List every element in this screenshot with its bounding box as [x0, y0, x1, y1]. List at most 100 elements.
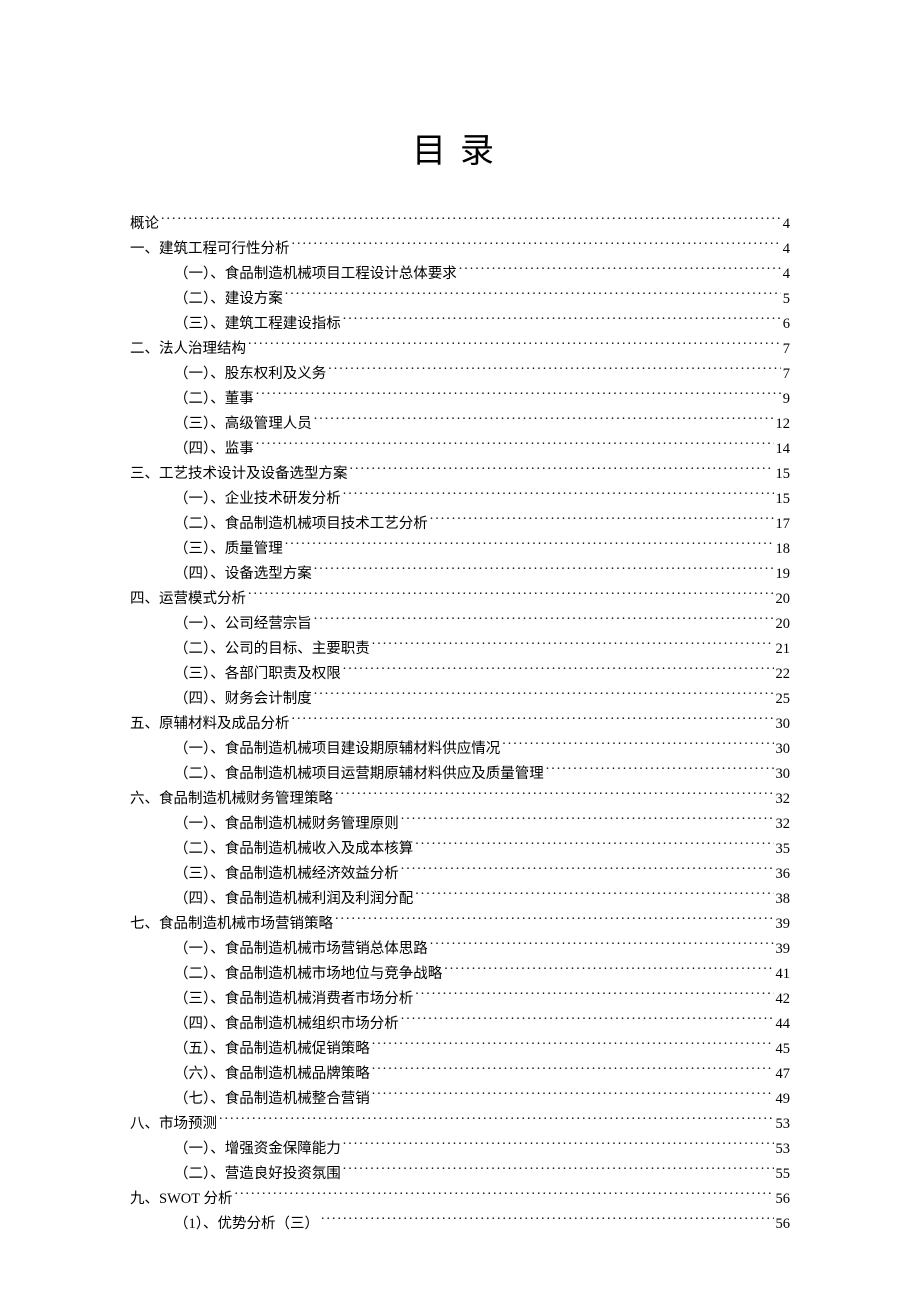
- toc-leader-dots: [546, 763, 774, 778]
- toc-entry-label: 八、市场预测: [130, 1112, 217, 1137]
- toc-entry[interactable]: 九、SWOT 分析56: [130, 1187, 790, 1212]
- toc-entry[interactable]: 概论4: [130, 212, 790, 237]
- toc-entry[interactable]: 六、食品制造机械财务管理策略32: [130, 787, 790, 812]
- toc-entry-page: 15: [776, 487, 791, 512]
- toc-entry[interactable]: （二）、建设方案5: [130, 287, 790, 312]
- toc-entry-label: （四）、财务会计制度: [174, 687, 312, 712]
- toc-leader-dots: [292, 238, 781, 253]
- toc-entry[interactable]: （一）、食品制造机械项目建设期原辅材料供应情况30: [130, 737, 790, 762]
- toc-entry[interactable]: （一）、增强资金保障能力53: [130, 1137, 790, 1162]
- toc-entry-label: （二）、食品制造机械收入及成本核算: [174, 837, 413, 862]
- toc-entry[interactable]: （一）、食品制造机械财务管理原则32: [130, 812, 790, 837]
- toc-entry-label: （三）、食品制造机械经济效益分析: [174, 862, 399, 887]
- toc-entry-page: 7: [783, 362, 790, 387]
- toc-entry[interactable]: （一）、企业技术研发分析 15: [130, 487, 790, 512]
- toc-entry[interactable]: （二）、营造良好投资氛围 55: [130, 1162, 790, 1187]
- toc-entry[interactable]: （四）、食品制造机械组织市场分析44: [130, 1012, 790, 1037]
- toc-entry[interactable]: （二）、食品制造机械收入及成本核算 35: [130, 837, 790, 862]
- toc-leader-dots: [343, 313, 781, 328]
- toc-entry[interactable]: （二）、食品制造机械市场地位与竞争战略 41: [130, 962, 790, 987]
- toc-entry-label: （四）、监事: [174, 437, 254, 462]
- toc-entry-page: 41: [776, 962, 791, 987]
- toc-entry-label: （二）、营造良好投资氛围: [174, 1162, 341, 1187]
- toc-leader-dots: [401, 813, 774, 828]
- toc-entry-label: 三、工艺技术设计及设备选型方案: [130, 462, 348, 487]
- toc-leader-dots: [444, 963, 773, 978]
- toc-entry[interactable]: （四）、食品制造机械利润及利润分配38: [130, 887, 790, 912]
- toc-entry[interactable]: （三）、食品制造机械经济效益分析 36: [130, 862, 790, 887]
- toc-entry[interactable]: （二）、食品制造机械项目运营期原辅材料供应及质量管理 30: [130, 762, 790, 787]
- toc-entry[interactable]: （三）、食品制造机械消费者市场分析42: [130, 987, 790, 1012]
- toc-entry[interactable]: （四）、监事14: [130, 437, 790, 462]
- toc-leader-dots: [219, 1113, 774, 1128]
- toc-entry[interactable]: （四）、财务会计制度25: [130, 687, 790, 712]
- toc-entry[interactable]: （三）、各部门职责及权限22: [130, 662, 790, 687]
- toc-entry[interactable]: （七）、食品制造机械整合营销49: [130, 1087, 790, 1112]
- toc-entry[interactable]: 三、工艺技术设计及设备选型方案 15: [130, 462, 790, 487]
- toc-entry-label: （一）、增强资金保障能力: [174, 1137, 341, 1162]
- toc-entry-page: 30: [776, 762, 791, 787]
- toc-entry-label: （一）、企业技术研发分析: [174, 487, 341, 512]
- page-title: 目录: [130, 123, 790, 172]
- toc-entry-page: 36: [776, 862, 791, 887]
- toc-entry-page: 32: [776, 787, 791, 812]
- toc-entry-page: 42: [776, 987, 791, 1012]
- toc-entry-page: 18: [776, 537, 791, 562]
- toc-leader-dots: [256, 438, 774, 453]
- toc-entry[interactable]: （三）、高级管理人员12: [130, 412, 790, 437]
- toc-entry-page: 32: [776, 812, 791, 837]
- toc-entry-page: 7: [783, 337, 790, 362]
- toc-entry[interactable]: （二）、董事9: [130, 387, 790, 412]
- toc-leader-dots: [343, 488, 774, 503]
- toc-entry[interactable]: （二）、公司的目标、主要职责21: [130, 637, 790, 662]
- toc-entry-label: （二）、食品制造机械市场地位与竞争战略: [174, 962, 442, 987]
- toc-leader-dots: [372, 1038, 774, 1053]
- toc-entry-label: （一）、食品制造机械项目建设期原辅材料供应情况: [174, 737, 500, 762]
- toc-entry[interactable]: 四、运营模式分析20: [130, 587, 790, 612]
- toc-entry[interactable]: 五、原辅材料及成品分析 30: [130, 712, 790, 737]
- toc-entry[interactable]: 一、建筑工程可行性分析4: [130, 237, 790, 262]
- toc-entry-page: 38: [776, 887, 791, 912]
- page-container: 目录 概论4一、建筑工程可行性分析4（一）、食品制造机械项目工程设计总体要求4（…: [0, 0, 920, 1297]
- toc-entry[interactable]: （一）、公司经营宗旨20: [130, 612, 790, 637]
- toc-entry-label: （三）、质量管理: [174, 537, 283, 562]
- toc-entry-page: 56: [776, 1212, 791, 1237]
- toc-entry[interactable]: （一）、股东权利及义务 7: [130, 362, 790, 387]
- toc-entry-label: （一）、食品制造机械市场营销总体思路: [174, 937, 428, 962]
- toc-entry[interactable]: （六）、食品制造机械品牌策略47: [130, 1062, 790, 1087]
- toc-leader-dots: [430, 513, 774, 528]
- toc-entry[interactable]: （五）、食品制造机械促销策略45: [130, 1037, 790, 1062]
- toc-leader-dots: [459, 263, 781, 278]
- toc-entry-page: 47: [776, 1062, 791, 1087]
- toc-entry[interactable]: （一）、食品制造机械市场营销总体思路 39: [130, 937, 790, 962]
- toc-leader-dots: [430, 938, 774, 953]
- toc-entry-label: （二）、食品制造机械项目运营期原辅材料供应及质量管理: [174, 762, 544, 787]
- toc-entry[interactable]: （一）、食品制造机械项目工程设计总体要求4: [130, 262, 790, 287]
- toc-leader-dots: [350, 463, 774, 478]
- toc-entry-page: 55: [776, 1162, 791, 1187]
- toc-entry-label: （一）、食品制造机械项目工程设计总体要求: [174, 262, 457, 287]
- toc-entry[interactable]: （四）、设备选型方案19: [130, 562, 790, 587]
- toc-entry-page: 35: [776, 837, 791, 862]
- toc-entry-page: 53: [776, 1112, 791, 1137]
- toc-entry[interactable]: 二、法人治理结构7: [130, 337, 790, 362]
- toc-entry-page: 6: [783, 312, 790, 337]
- toc-entry-label: 五、原辅材料及成品分析: [130, 712, 290, 737]
- toc-entry-label: （一）、股东权利及义务: [174, 362, 326, 387]
- toc-entry-page: 15: [776, 462, 791, 487]
- toc-entry-label: （四）、食品制造机械组织市场分析: [174, 1012, 399, 1037]
- toc-entry-page: 5: [783, 287, 790, 312]
- toc-entry[interactable]: （三）、质量管理 18: [130, 537, 790, 562]
- toc-entry[interactable]: 八、市场预测 53: [130, 1112, 790, 1137]
- toc-entry[interactable]: （1）、优势分析（三）56: [130, 1212, 790, 1237]
- toc-entry-page: 30: [776, 712, 791, 737]
- toc-leader-dots: [328, 363, 781, 378]
- toc-entry[interactable]: （二）、食品制造机械项目技术工艺分析17: [130, 512, 790, 537]
- toc-entry[interactable]: （三）、建筑工程建设指标6: [130, 312, 790, 337]
- toc-entry-page: 20: [776, 612, 791, 637]
- toc-entry-label: （五）、食品制造机械促销策略: [174, 1037, 370, 1062]
- toc-leader-dots: [285, 288, 781, 303]
- toc-entry-page: 39: [776, 937, 791, 962]
- toc-entry[interactable]: 七、食品制造机械市场营销策略39: [130, 912, 790, 937]
- toc-leader-dots: [314, 613, 774, 628]
